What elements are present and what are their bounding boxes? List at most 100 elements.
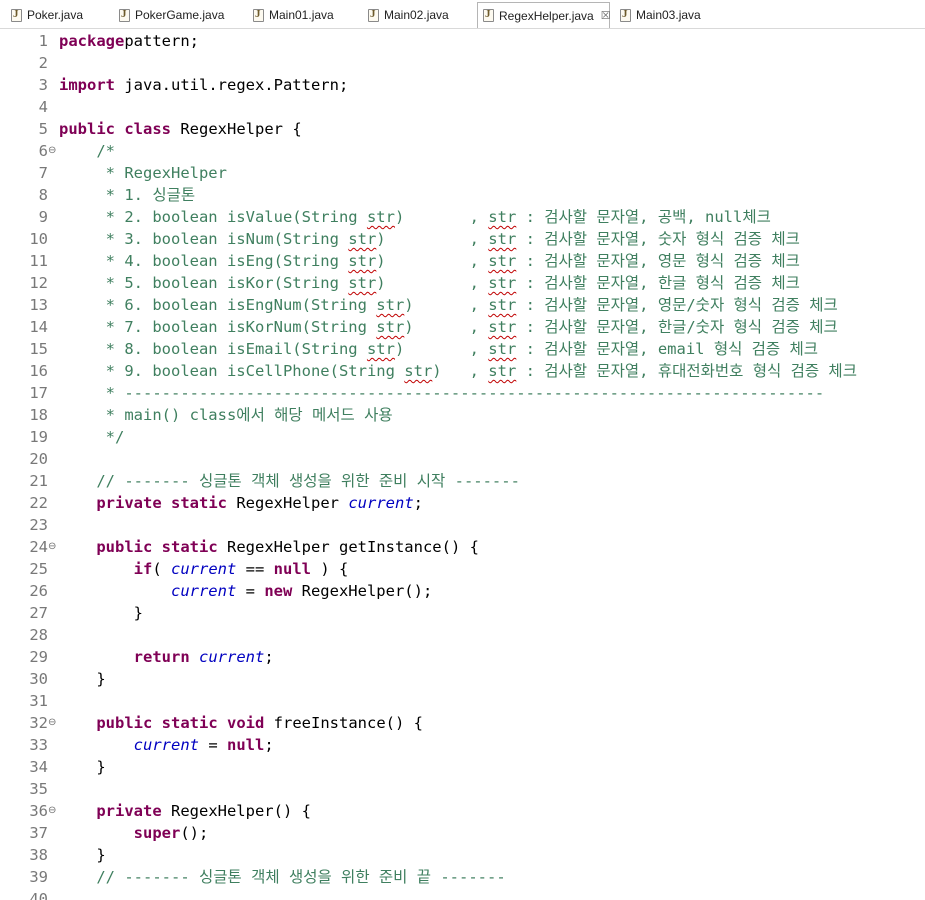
code-line[interactable]: * RegexHelper bbox=[59, 162, 227, 184]
code-token: RegexHelper { bbox=[171, 120, 302, 138]
code-token: = bbox=[236, 582, 265, 600]
line-number: 39 bbox=[29, 868, 48, 886]
code-line[interactable]: packagepattern; bbox=[59, 30, 199, 52]
code-line[interactable]: * 4. boolean isEng(String str) , str : 검… bbox=[59, 250, 800, 272]
keyword-token: static bbox=[161, 714, 218, 732]
comment-token: str bbox=[404, 362, 433, 380]
keyword-token: new bbox=[264, 582, 293, 600]
code-line[interactable]: super(); bbox=[59, 822, 209, 844]
code-line[interactable]: return current; bbox=[59, 646, 274, 668]
comment-token: * 6. boolean isEngNum(String bbox=[59, 296, 377, 314]
code-line[interactable]: public static void freeInstance() { bbox=[59, 712, 423, 734]
code-line[interactable]: private static RegexHelper current; bbox=[59, 492, 423, 514]
keyword-token: static bbox=[171, 494, 227, 512]
code-editor[interactable]: 1 packagepattern; 2 3 import java.util.regex… bbox=[0, 29, 925, 900]
comment-token: str bbox=[488, 274, 517, 292]
field-token: current bbox=[199, 648, 265, 666]
comment-token: str bbox=[366, 208, 395, 226]
line-number: 38 bbox=[29, 846, 48, 864]
code-line[interactable]: // ------- 싱글톤 객체 생성을 위한 준비 시작 ------- bbox=[59, 470, 520, 492]
code-line[interactable]: private RegexHelper() { bbox=[59, 800, 311, 822]
comment-token: ) , bbox=[394, 208, 489, 226]
code-line[interactable]: * 9. boolean isCellPhone(String str) , s… bbox=[59, 360, 857, 382]
comment-token: * 8. boolean isEmail(String bbox=[59, 340, 367, 358]
code-token: ; bbox=[264, 736, 274, 754]
fold-toggle-icon[interactable]: ⊖ bbox=[48, 536, 57, 558]
code-token: (); bbox=[180, 824, 209, 842]
comment-token: str bbox=[348, 252, 377, 270]
code-token: ( bbox=[152, 560, 171, 578]
code-line[interactable]: * 1. 싱글톤 bbox=[59, 184, 195, 206]
comment-token: : 검사할 문자열, 공백, null체크 bbox=[516, 208, 771, 226]
keyword-token: package bbox=[59, 32, 125, 50]
line-number: 30 bbox=[29, 670, 48, 688]
tab-main03[interactable]: Main03.java bbox=[615, 3, 715, 27]
fold-toggle-icon[interactable]: ⊖ bbox=[48, 800, 57, 822]
comment-token: * --------------------------------------… bbox=[59, 384, 825, 402]
code-line[interactable]: if( current == null ) { bbox=[59, 558, 349, 580]
line-number: 17 bbox=[29, 384, 48, 402]
code-token: RegexHelper() { bbox=[161, 802, 311, 820]
line-number: 15 bbox=[29, 340, 48, 358]
comment-token: str bbox=[488, 208, 517, 226]
code-line[interactable]: } bbox=[59, 602, 143, 624]
line-number: 14 bbox=[29, 318, 48, 336]
line-number: 37 bbox=[29, 824, 48, 842]
code-line[interactable]: */ bbox=[59, 426, 125, 448]
code-line[interactable]: } bbox=[59, 844, 105, 866]
keyword-token: private bbox=[96, 802, 162, 820]
field-token: current bbox=[171, 560, 237, 578]
line-number: 5 bbox=[38, 120, 48, 138]
keyword-token: import bbox=[59, 76, 115, 94]
tab-main01[interactable]: Main01.java bbox=[248, 3, 356, 27]
tab-label: PokerGame.java bbox=[135, 8, 225, 22]
code-line[interactable]: * 8. boolean isEmail(String str) , str :… bbox=[59, 338, 818, 360]
code-line[interactable]: /* bbox=[59, 140, 115, 162]
code-line[interactable]: current = null; bbox=[59, 734, 274, 756]
line-number: 21 bbox=[29, 472, 48, 490]
tab-poker[interactable]: Poker.java bbox=[6, 3, 106, 27]
tab-label: Main03.java bbox=[636, 8, 701, 22]
tab-pokergame[interactable]: PokerGame.java bbox=[114, 3, 242, 27]
code-line[interactable]: * --------------------------------------… bbox=[59, 382, 825, 404]
code-line[interactable]: } bbox=[59, 756, 105, 778]
code-line[interactable]: } bbox=[59, 668, 105, 690]
tab-label: Main01.java bbox=[269, 8, 334, 22]
keyword-token: public bbox=[59, 120, 115, 138]
keyword-token: null bbox=[226, 736, 265, 754]
comment-token: ) , bbox=[404, 296, 489, 314]
line-number: 19 bbox=[29, 428, 48, 446]
code-line[interactable]: * 6. boolean isEngNum(String str) , str … bbox=[59, 294, 838, 316]
code-line[interactable]: current = new RegexHelper(); bbox=[59, 580, 432, 602]
java-file-icon bbox=[483, 8, 494, 22]
code-line[interactable]: import java.util.regex.Pattern; bbox=[59, 74, 348, 96]
keyword-token: private bbox=[96, 494, 162, 512]
line-number: 13 bbox=[29, 296, 48, 314]
code-line[interactable]: * main() class에서 해당 메서드 사용 bbox=[59, 404, 393, 426]
line-number: 35 bbox=[29, 780, 48, 798]
tab-main02[interactable]: Main02.java bbox=[363, 3, 471, 27]
close-icon[interactable]: ☒ bbox=[601, 9, 611, 22]
code-line[interactable]: * 7. boolean isKorNum(String str) , str … bbox=[59, 316, 838, 338]
comment-token: str bbox=[376, 318, 405, 336]
code-token: ; bbox=[264, 648, 274, 666]
line-number: 9 bbox=[38, 208, 48, 226]
code-line[interactable]: public class RegexHelper { bbox=[59, 118, 302, 140]
line-number: 27 bbox=[29, 604, 48, 622]
fold-toggle-icon[interactable]: ⊖ bbox=[48, 140, 57, 162]
line-number: 11 bbox=[29, 252, 48, 270]
tab-regexhelper[interactable]: RegexHelper.java ☒ bbox=[477, 2, 611, 28]
code-line[interactable]: * 5. boolean isKor(String str) , str : 검… bbox=[59, 272, 800, 294]
comment-token: * 3. boolean isNum(String bbox=[59, 230, 349, 248]
fold-toggle-icon[interactable]: ⊖ bbox=[48, 712, 57, 734]
code-line[interactable]: public static RegexHelper getInstance() … bbox=[59, 536, 479, 558]
code-line[interactable]: * 3. boolean isNum(String str) , str : 검… bbox=[59, 228, 800, 250]
comment-token: str bbox=[348, 274, 377, 292]
line-number: 7 bbox=[38, 164, 48, 182]
code-line[interactable]: // ------- 싱글톤 객체 생성을 위한 준비 끝 ------- bbox=[59, 866, 505, 888]
code-line[interactable]: * 2. boolean isValue(String str) , str :… bbox=[59, 206, 771, 228]
code-token: } bbox=[59, 604, 143, 622]
